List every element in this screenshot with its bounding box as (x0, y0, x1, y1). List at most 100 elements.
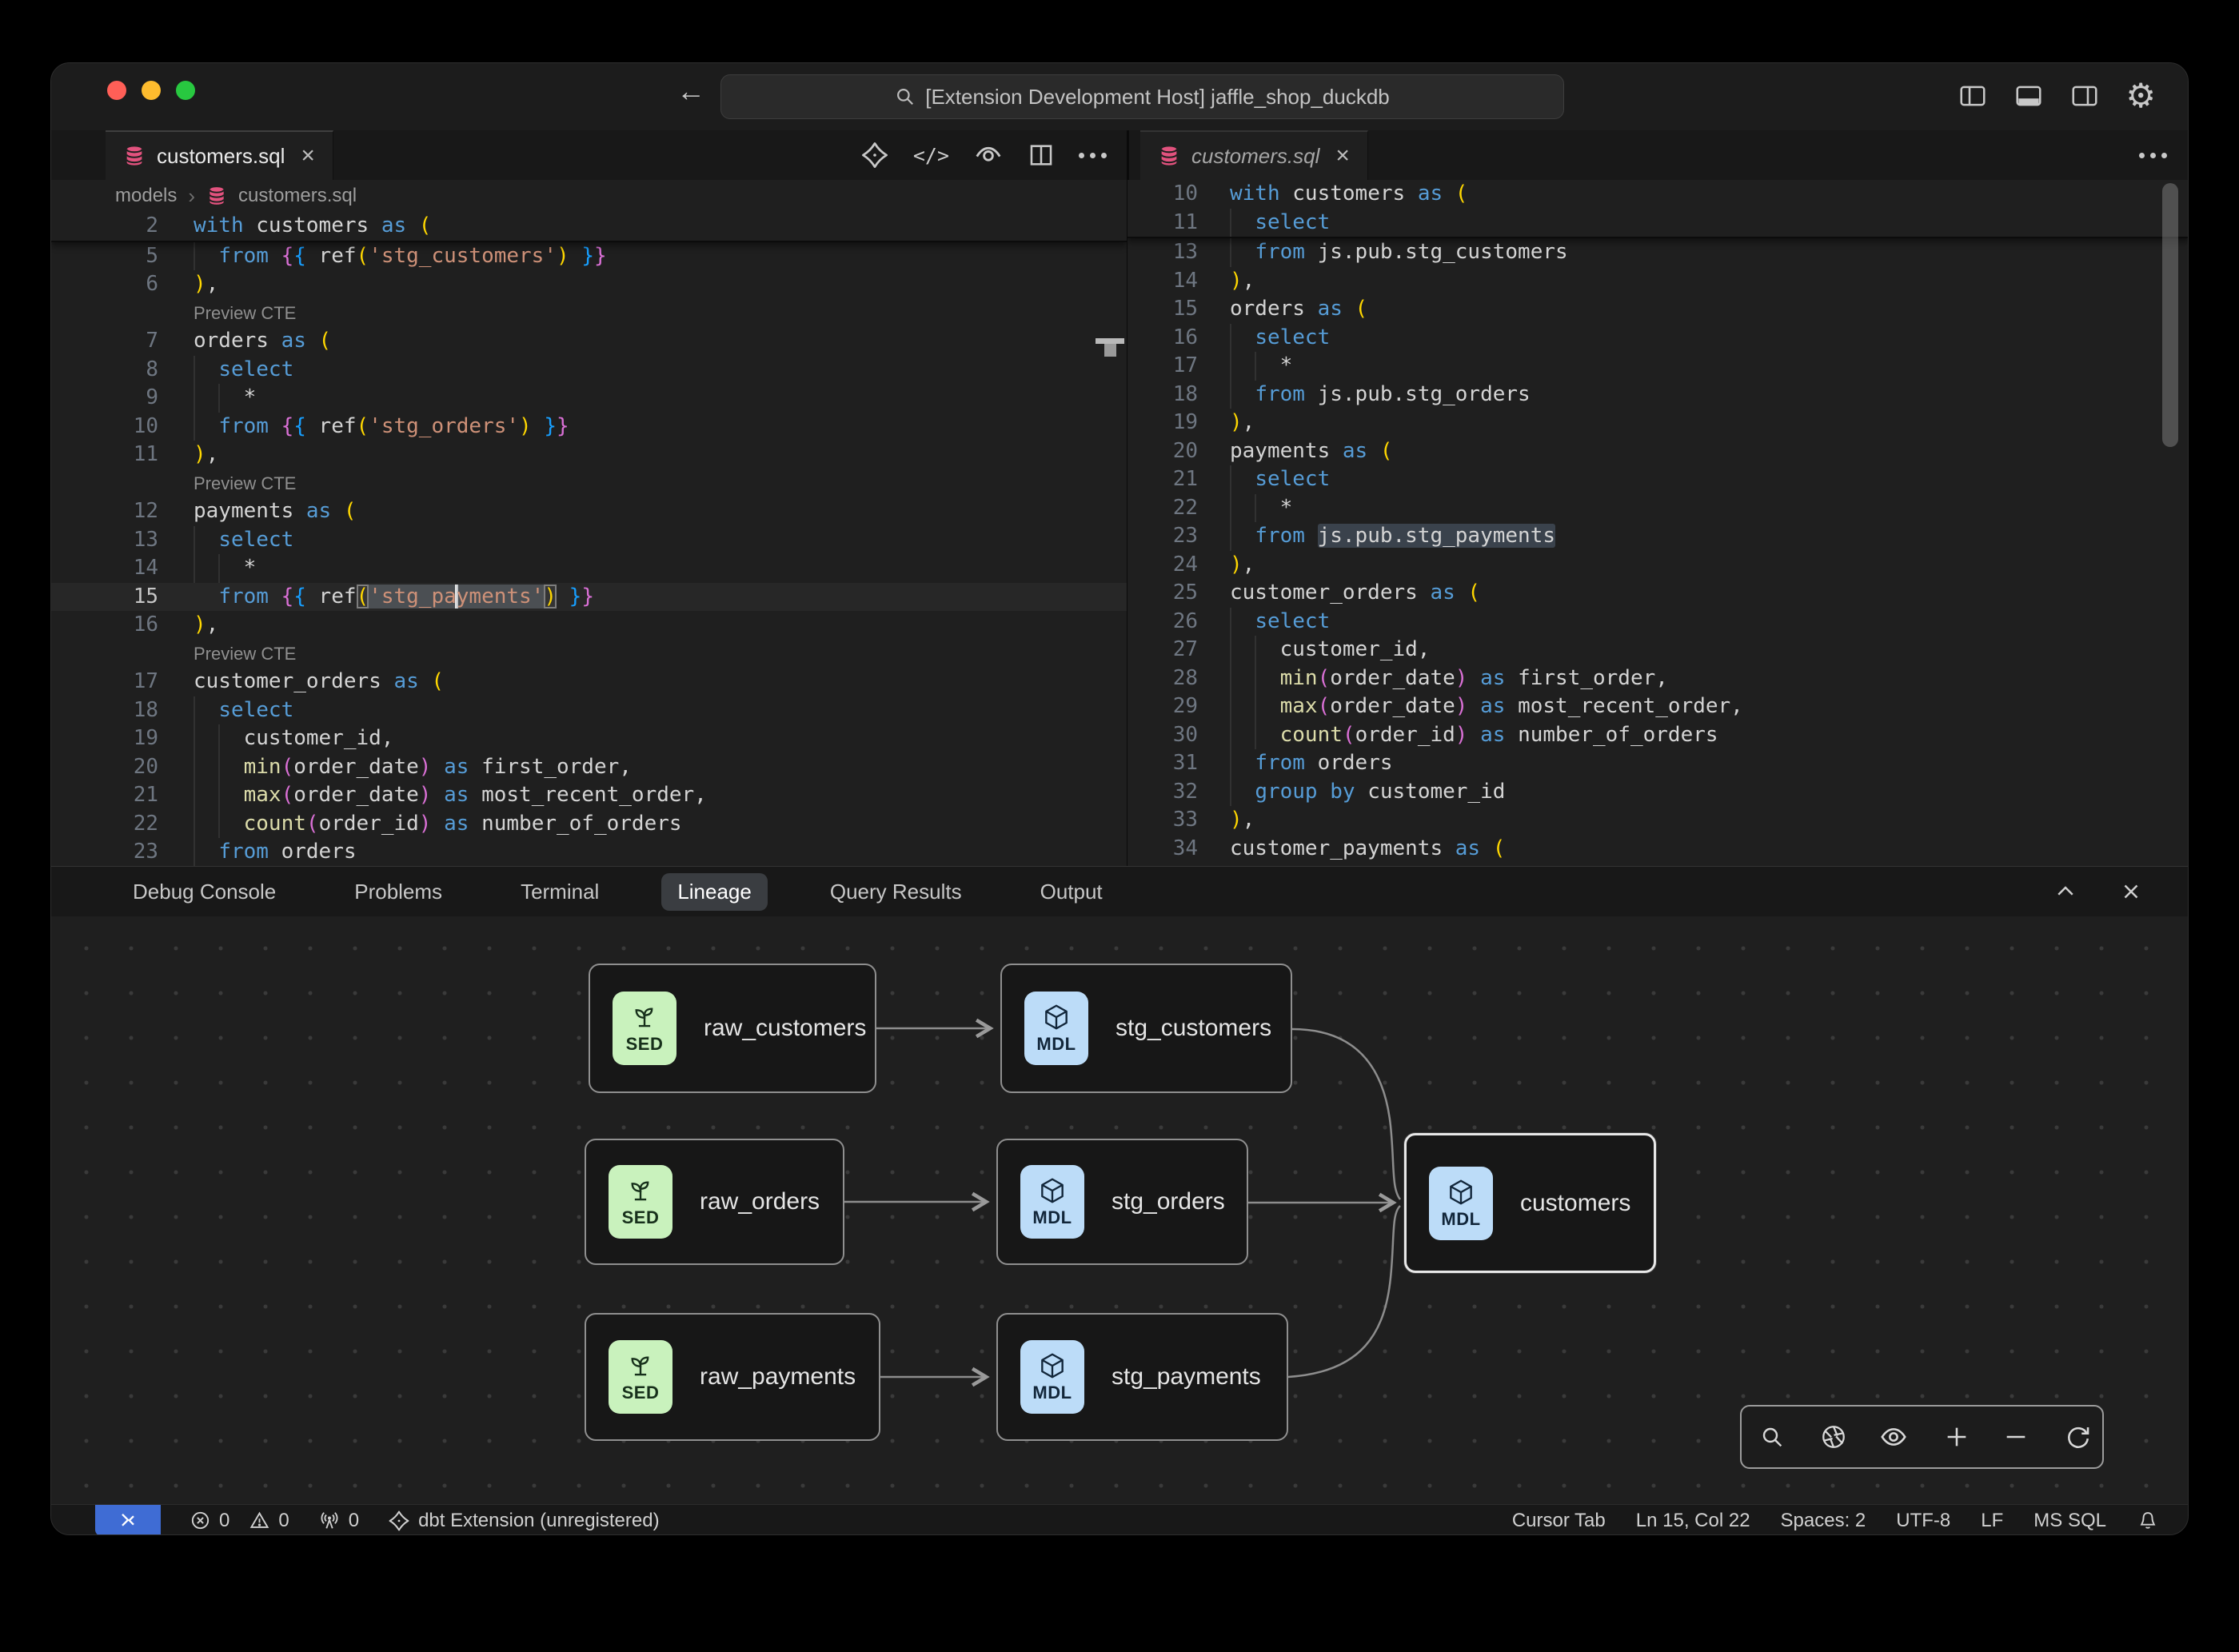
panel-tab-lineage[interactable]: Lineage (661, 873, 768, 911)
zoom-window-button[interactable] (176, 81, 195, 100)
seedling-icon (625, 1175, 656, 1206)
code-lens[interactable]: Preview CTE (51, 299, 1127, 328)
minimize-window-button[interactable] (142, 81, 161, 100)
code-lens[interactable]: Preview CTE (51, 640, 1127, 668)
code-line: 19), (1127, 409, 2189, 437)
line-number: 18 (1127, 381, 1198, 409)
panel-tab-query-results[interactable]: Query Results (814, 873, 978, 911)
title-bar: ← → [Extension Development Host] jaffle_… (51, 63, 2188, 130)
more-actions-icon[interactable] (2139, 153, 2167, 158)
node-label: stg_orders (1112, 1188, 1225, 1215)
line-number: 16 (1127, 324, 1198, 353)
editor-scrollbar-thumb[interactable] (2162, 183, 2178, 447)
line-number: 6 (51, 270, 158, 299)
line-number: 12 (51, 497, 158, 526)
dbt-logo-icon[interactable] (860, 141, 889, 170)
code-line: 26 select (1127, 608, 2189, 636)
code-line: 31 from orders (1127, 749, 2189, 778)
broadcast-icon (318, 1510, 341, 1532)
editor-group-right-tabs: customers.sql × (1127, 130, 2188, 180)
tab-customers-sql-left[interactable]: customers.sql × (106, 130, 333, 180)
code-line: 2with customers as ( (51, 212, 1127, 241)
eye-icon[interactable] (1879, 1423, 1908, 1451)
code-icon[interactable]: </> (913, 144, 949, 167)
editor-group-left-tabs: customers.sql × </> (51, 130, 1127, 180)
line-number: 30 (1127, 721, 1198, 750)
line-number (51, 299, 158, 328)
layout-sidebar-right-icon[interactable] (2069, 81, 2100, 111)
line-number: 7 (51, 327, 158, 356)
line-number: 17 (1127, 352, 1198, 381)
line-number: 23 (51, 838, 158, 866)
breadcrumb-file[interactable]: customers.sql (238, 185, 357, 207)
panel-tab-output[interactable]: Output (1024, 873, 1119, 911)
preview-eye-icon[interactable] (973, 140, 1004, 170)
database-file-icon (206, 186, 227, 206)
zoom-in-icon[interactable] (1943, 1423, 1970, 1450)
sticky-scroll-right: 10with customers as (11 select (1127, 180, 2189, 238)
line-number: 2 (51, 212, 158, 241)
code-line: 22 count(order_id) as number_of_orders (51, 810, 1127, 839)
lineage-canvas[interactable]: SED raw_customers MDL stg_customers SED … (51, 916, 2188, 1505)
panel-tab-terminal[interactable]: Terminal (505, 873, 615, 911)
lineage-refresh-button[interactable] (2047, 1407, 2109, 1467)
close-tab-icon[interactable]: × (1335, 142, 1350, 170)
remote-window-button[interactable] (95, 1505, 161, 1535)
editor-pane-left[interactable]: 2with customers as ( 5 from {{ ref('stg_… (51, 212, 1127, 866)
lineage-node-stg-payments[interactable]: MDL stg_payments (996, 1313, 1288, 1441)
line-number: 25 (1127, 579, 1198, 608)
language-mode-indicator[interactable]: MS SQL (2033, 1510, 2106, 1532)
indentation-indicator[interactable]: Spaces: 2 (1781, 1510, 1866, 1532)
panel-tab-debug-console[interactable]: Debug Console (117, 873, 292, 911)
line-number: 34 (1127, 835, 1198, 864)
lineage-node-raw-customers[interactable]: SED raw_customers (589, 964, 876, 1093)
layout-sidebar-left-icon[interactable] (1958, 81, 1988, 111)
lineage-toolbar (1740, 1405, 2104, 1469)
cursor-tab-indicator[interactable]: Cursor Tab (1512, 1510, 1606, 1532)
more-actions-icon[interactable] (1079, 153, 1107, 158)
breadcrumb-folder[interactable]: models (115, 185, 177, 207)
settings-gear-icon[interactable]: ⚙ (2125, 78, 2156, 114)
code-line: 25customer_orders as ( (1127, 579, 2189, 608)
line-number: 27 (1127, 636, 1198, 664)
database-file-icon (123, 145, 146, 167)
zoom-out-icon[interactable] (2002, 1423, 2029, 1450)
encoding-indicator[interactable]: UTF-8 (1896, 1510, 1950, 1532)
dbt-extension-button[interactable]: dbt Extension (unregistered) (388, 1510, 660, 1532)
line-number: 15 (51, 583, 158, 612)
panel-tab-problems[interactable]: Problems (338, 873, 458, 911)
lineage-node-raw-payments[interactable]: SED raw_payments (585, 1313, 880, 1441)
notifications-bell-icon[interactable] (2137, 1510, 2159, 1532)
eol-indicator[interactable]: LF (1981, 1510, 2003, 1532)
node-label: stg_payments (1112, 1363, 1261, 1391)
chevron-up-icon[interactable] (2053, 880, 2077, 904)
close-window-button[interactable] (107, 81, 126, 100)
search-icon (895, 86, 916, 107)
layout-panel-icon[interactable] (2014, 81, 2044, 111)
lineage-node-stg-orders[interactable]: MDL stg_orders (996, 1139, 1248, 1265)
navigate-back-button[interactable]: ← (675, 74, 707, 108)
dbt-logo-icon (388, 1510, 410, 1532)
editor-pane-right[interactable]: 10with customers as (11 select 13 from j… (1127, 180, 2189, 866)
lineage-node-customers[interactable]: MDL customers (1404, 1133, 1656, 1273)
errors-warnings-button[interactable]: 0 0 (190, 1510, 289, 1532)
ports-button[interactable]: 0 (318, 1510, 359, 1532)
line-number: 28 (1127, 664, 1198, 693)
lineage-node-raw-orders[interactable]: SED raw_orders (585, 1139, 844, 1265)
code-line: 24), (1127, 551, 2189, 580)
cube-icon (1446, 1177, 1476, 1207)
close-tab-icon[interactable]: × (301, 142, 315, 170)
aperture-icon[interactable] (1820, 1423, 1847, 1450)
close-icon[interactable] (2119, 880, 2143, 904)
code-lens[interactable]: Preview CTE (51, 469, 1127, 498)
cursor-position-indicator[interactable]: Ln 15, Col 22 (1636, 1510, 1750, 1532)
line-number: 10 (51, 413, 158, 441)
lineage-node-stg-customers[interactable]: MDL stg_customers (1000, 964, 1292, 1093)
command-center-search[interactable]: [Extension Development Host] jaffle_shop… (720, 74, 1564, 119)
tab-customers-sql-right[interactable]: customers.sql × (1140, 130, 1368, 180)
line-number: 22 (51, 810, 158, 839)
lineage-search-button[interactable] (1742, 1407, 1802, 1467)
split-editor-icon[interactable] (1028, 142, 1055, 169)
breadcrumb: models › customers.sql (51, 180, 1127, 212)
code-line: 14), (1127, 267, 2189, 296)
